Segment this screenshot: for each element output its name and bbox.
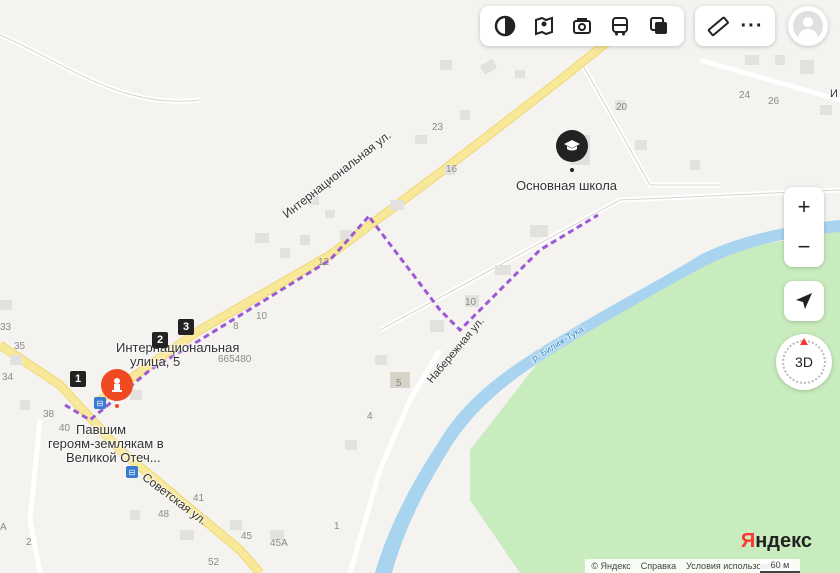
house-number: 16 (446, 164, 458, 175)
house-number: 33 (0, 322, 12, 333)
zoom-out-button[interactable]: − (798, 227, 811, 267)
memorial-pin[interactable] (101, 369, 133, 401)
zoom-in-button[interactable]: + (798, 187, 811, 227)
graduation-cap-icon (564, 140, 580, 151)
house-number: 52 (208, 557, 220, 568)
school-pin[interactable] (556, 130, 588, 162)
locate-button[interactable] (784, 281, 824, 321)
house-number: 38 (43, 409, 55, 420)
address-label-line1: Интернациональная (116, 340, 240, 355)
scale-bar: 60 м (760, 559, 800, 573)
house-number: 45 (241, 531, 253, 542)
house-number: 12 (318, 257, 330, 268)
ruler-icon[interactable] (701, 6, 735, 46)
house-number: 2 (26, 537, 32, 548)
zoom-controls: + − (784, 187, 824, 267)
memorial-label-line3[interactable]: Великой Отеч... (66, 450, 161, 465)
house-number: 40 (59, 423, 71, 434)
school-dot (570, 168, 574, 172)
route-stop-3[interactable]: 3 (178, 319, 194, 335)
route-stop-2[interactable]: 2 (152, 332, 168, 348)
map-layers-icon[interactable] (640, 6, 678, 46)
memorial-label-line2[interactable]: героям-землякам в (48, 436, 164, 451)
house-number: А (0, 522, 7, 533)
house-number: 26 (768, 96, 780, 107)
house-number: 20 (616, 102, 628, 113)
house-number: 10 (465, 297, 477, 308)
location-arrow-icon (796, 293, 812, 309)
house-number: 34 (2, 372, 14, 383)
map-canvas[interactable] (0, 0, 840, 573)
route-stop-1[interactable]: 1 (70, 371, 86, 387)
tools-toolbar: ··· (695, 6, 775, 46)
address-label-line2: улица, 5 (130, 354, 181, 369)
transit-icon[interactable] (601, 6, 639, 46)
user-icon (793, 11, 823, 41)
house-number: 48 (158, 509, 170, 520)
yandex-logo-first: Я (740, 530, 756, 552)
map-toolbar (480, 6, 684, 46)
house-number: 24 (739, 90, 751, 101)
layers-icon[interactable] (486, 6, 524, 46)
house-number: 8 (233, 321, 239, 332)
copyright-text: © Яндекс (591, 561, 631, 571)
street-label-cut: И (830, 88, 838, 100)
avatar[interactable] (788, 6, 828, 46)
postcode-label: 665480 (218, 354, 252, 365)
compass-north-icon (800, 338, 808, 345)
house-number: 1 (334, 521, 340, 532)
house-number: 23 (432, 122, 444, 133)
house-number: 45А (270, 538, 288, 549)
memorial-label-line1[interactable]: Павшим (76, 422, 126, 437)
more-icon[interactable]: ··· (735, 6, 769, 46)
house-number: 35 (14, 341, 26, 352)
panorama-icon[interactable] (524, 6, 562, 46)
scale-label: 60 м (770, 560, 790, 570)
house-number: 4 (367, 411, 373, 422)
help-link[interactable]: Справка (641, 561, 676, 571)
yandex-logo: Яндекс (741, 530, 812, 553)
yandex-logo-rest: ндекс (755, 530, 812, 552)
view-3d-label: 3D (795, 354, 813, 370)
house-number: 10 (256, 311, 268, 322)
school-label[interactable]: Основная школа (516, 178, 617, 193)
house-number: 5 (396, 378, 402, 389)
bus-stop-icon[interactable]: ⊟ (126, 466, 138, 478)
house-number: 41 (193, 493, 205, 504)
bus-stop-icon[interactable]: ⊟ (94, 397, 106, 409)
monument-icon (112, 378, 122, 392)
view-3d-button[interactable]: 3D (776, 334, 832, 390)
memorial-dot (115, 404, 119, 408)
photo-icon[interactable] (563, 6, 601, 46)
